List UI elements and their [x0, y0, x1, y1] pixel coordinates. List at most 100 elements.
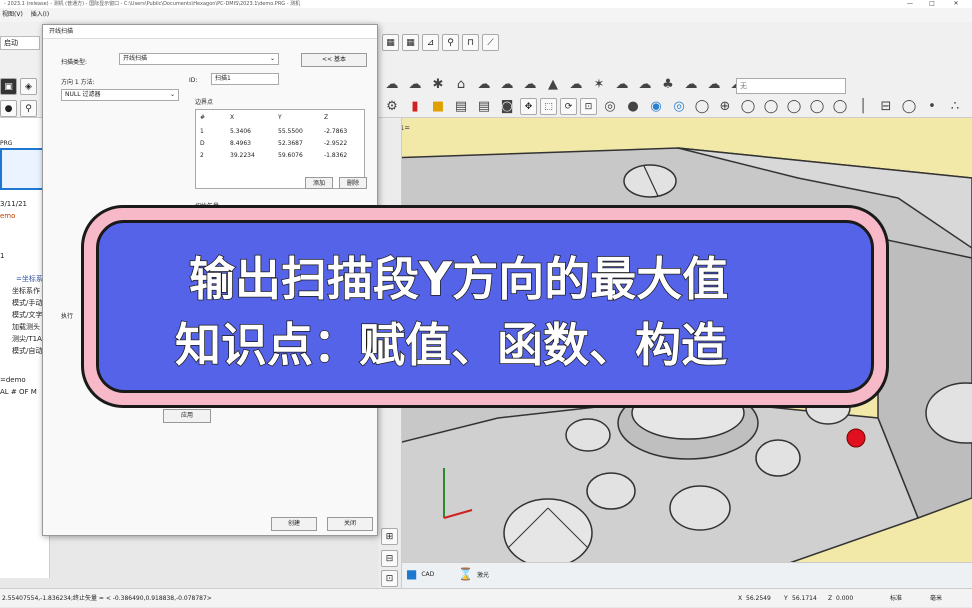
- side-btn-1[interactable]: ⊞: [381, 528, 398, 545]
- dots-icon-2[interactable]: ∴: [968, 98, 972, 115]
- settings-icon[interactable]: ⚙: [382, 98, 402, 115]
- star-icon[interactable]: ✶: [589, 76, 609, 93]
- menu-view[interactable]: 视图(V): [2, 11, 23, 18]
- cloud-icon-5[interactable]: ☁: [520, 76, 540, 93]
- color-square-icon[interactable]: ■: [428, 98, 448, 115]
- direction-select[interactable]: NULL 过滤器 ⌄: [61, 89, 179, 101]
- circle-icon-5[interactable]: ◯: [807, 98, 827, 115]
- cell-id: 1: [200, 128, 204, 135]
- bars-icon-2[interactable]: ▤: [474, 98, 494, 115]
- zoom-box-icon[interactable]: ⊡: [580, 98, 597, 115]
- footer-line-1: =demo: [0, 376, 26, 384]
- countersink: [503, 498, 593, 567]
- tab-cad[interactable]: ■ CAD: [406, 567, 434, 581]
- cross-circle-icon[interactable]: ⊕: [715, 98, 735, 115]
- ribbon-search[interactable]: 无: [736, 78, 846, 94]
- tree-line-3[interactable]: 模式/手动: [12, 298, 42, 308]
- circle-icon[interactable]: ◯: [692, 98, 712, 115]
- id-input[interactable]: 扫描1: [211, 73, 279, 85]
- status-units[interactable]: 毫米: [930, 589, 942, 608]
- cell-id: D: [200, 140, 205, 147]
- measure-bar-icon[interactable]: ⊟: [876, 98, 896, 115]
- delete-button[interactable]: 删除: [339, 177, 367, 189]
- circle-icon-7[interactable]: ◯: [899, 98, 919, 115]
- circle-icon-6[interactable]: ◯: [830, 98, 850, 115]
- tree-line-7[interactable]: 模式/自动: [12, 346, 42, 356]
- bars-icon[interactable]: ▤: [451, 98, 471, 115]
- cell-id: 2: [200, 152, 204, 159]
- cloud-icon-10[interactable]: ☁: [704, 76, 724, 93]
- circle-icon-2[interactable]: ◯: [738, 98, 758, 115]
- col-x: X: [230, 114, 235, 121]
- sphere-icon[interactable]: ●: [0, 100, 17, 117]
- cell-y: 59.6076: [278, 152, 303, 159]
- box-icon[interactable]: ◈: [20, 78, 37, 95]
- bug-icon[interactable]: ✱: [428, 76, 448, 93]
- probe-icon[interactable]: ⚲: [20, 100, 37, 117]
- table-row[interactable]: 2 39.2234 59.6076 -1.8362: [196, 150, 364, 162]
- grid-view-icon[interactable]: ▦: [382, 34, 399, 51]
- point-icon[interactable]: •: [922, 98, 942, 115]
- color-bar-icon[interactable]: ▮: [405, 98, 425, 115]
- grid-view-icon-2[interactable]: ▦: [402, 34, 419, 51]
- tree-line-5[interactable]: 加载测头: [12, 322, 40, 332]
- probe-tip-icon[interactable]: ⚲: [442, 34, 459, 51]
- cloud-icon-6[interactable]: ☁: [566, 76, 586, 93]
- tree-line-1[interactable]: =坐标系: [16, 274, 43, 284]
- cell-z: -2.9522: [324, 140, 348, 147]
- cloud-icon-9[interactable]: ☁: [681, 76, 701, 93]
- rotate-icon[interactable]: ⟳: [560, 98, 577, 115]
- tab-light[interactable]: ⌛ 激光: [458, 567, 489, 581]
- hit-point-marker[interactable]: [846, 428, 866, 448]
- camera-icon[interactable]: ◙: [497, 98, 517, 115]
- cloud-icon[interactable]: ☁: [382, 76, 402, 93]
- move-icon[interactable]: ✥: [520, 98, 537, 115]
- side-btn-2[interactable]: ⊟: [381, 550, 398, 567]
- circle-icon-4[interactable]: ◯: [784, 98, 804, 115]
- cloud-icon-2[interactable]: ☁: [405, 76, 425, 93]
- mountain-icon[interactable]: ▲: [543, 76, 563, 93]
- selected-program-thumbnail[interactable]: [0, 148, 46, 190]
- sphere-dark-icon[interactable]: ●: [623, 98, 643, 115]
- create-button[interactable]: 创建: [271, 517, 317, 531]
- cube-icon[interactable]: ▣: [0, 78, 17, 95]
- measure-icon[interactable]: ⊿: [422, 34, 439, 51]
- shape-icon[interactable]: ⌂: [451, 76, 471, 93]
- close-button[interactable]: 关闭: [327, 517, 373, 531]
- maximize-button[interactable]: □: [922, 0, 942, 8]
- col-y: Y: [278, 114, 282, 121]
- tree-icon[interactable]: ♣: [658, 76, 678, 93]
- view-icon[interactable]: ◎: [600, 98, 620, 115]
- table-row[interactable]: 1 5.3406 55.5500 -2.7863: [196, 126, 364, 138]
- scan-type-select[interactable]: 开线扫描 ⌄: [119, 53, 279, 65]
- cloud-icon-4[interactable]: ☁: [497, 76, 517, 93]
- globe-icon[interactable]: ◉: [646, 98, 666, 115]
- dots-icon[interactable]: ∴: [945, 98, 965, 115]
- add-button[interactable]: 添加: [305, 177, 333, 189]
- caliper-icon[interactable]: ⊓: [462, 34, 479, 51]
- scan-type-value: 开线扫描: [123, 55, 148, 62]
- cloud-icon-8[interactable]: ☁: [635, 76, 655, 93]
- status-scale[interactable]: 标准: [890, 589, 902, 608]
- menu-insert[interactable]: 插入(I): [31, 11, 49, 18]
- dialog-title: 开线扫描: [43, 25, 377, 39]
- cloud-icon-3[interactable]: ☁: [474, 76, 494, 93]
- arm-icon[interactable]: ⟋: [482, 34, 499, 51]
- circle-icon-3[interactable]: ◯: [761, 98, 781, 115]
- apply-button[interactable]: 应用: [163, 409, 211, 423]
- target-icon[interactable]: ◎: [669, 98, 689, 115]
- basic-toggle-button[interactable]: << 基本: [301, 53, 367, 67]
- cloud-icon-7[interactable]: ☁: [612, 76, 632, 93]
- minimize-button[interactable]: —: [900, 0, 920, 8]
- date-text: 3/11/21: [0, 200, 27, 208]
- boundary-label: 边界点: [195, 99, 214, 106]
- col-z: Z: [324, 114, 329, 121]
- tree-line-2[interactable]: 坐标系作: [12, 286, 40, 296]
- table-row[interactable]: D 8.4963 52.3687 -2.9522: [196, 138, 364, 150]
- tree-line-4[interactable]: 模式/文字: [12, 310, 42, 320]
- tab-start[interactable]: 启动: [0, 36, 40, 50]
- tree-line-6[interactable]: 测尖/T1A: [12, 334, 42, 344]
- side-btn-3[interactable]: ⊡: [381, 570, 398, 587]
- fit-icon[interactable]: ⬚: [540, 98, 557, 115]
- close-window-button[interactable]: ✕: [946, 0, 966, 8]
